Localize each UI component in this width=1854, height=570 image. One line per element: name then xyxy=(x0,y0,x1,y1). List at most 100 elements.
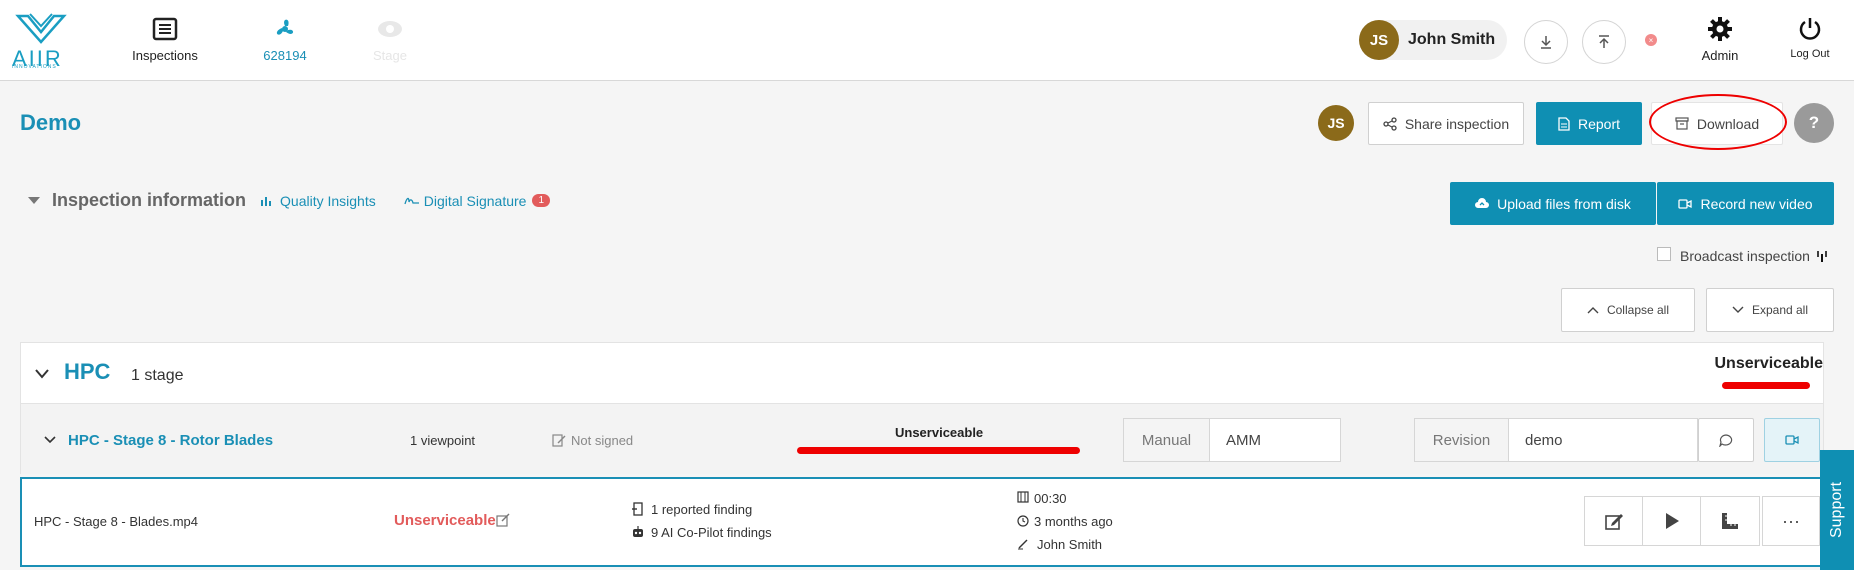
top-bar: AIIR INNOVATIONS Inspections 628194 Stag… xyxy=(0,0,1854,81)
video-row[interactable] xyxy=(20,477,1824,567)
broadcast-checkbox[interactable] xyxy=(1657,247,1671,261)
report-label: Report xyxy=(1577,115,1621,132)
eye-icon xyxy=(378,21,402,37)
download-icon xyxy=(1541,36,1551,49)
archive-icon xyxy=(1675,117,1689,130)
video-camera-icon xyxy=(1678,198,1693,209)
stage-status: Unserviceable xyxy=(895,425,984,440)
ruler-icon xyxy=(1722,513,1738,529)
video-duration: 00:30 xyxy=(1034,491,1067,506)
hpc-module-card[interactable]: HPC 1 stage Unserviceable xyxy=(20,342,1824,404)
inspection-info-header[interactable]: Inspection information Quality Insights … xyxy=(28,190,551,211)
highlight-underline xyxy=(797,447,1080,454)
video-camera-icon xyxy=(1785,435,1799,445)
nav-inspections[interactable]: Inspections xyxy=(130,16,200,63)
assignee-avatar[interactable]: JS xyxy=(1318,105,1354,141)
expand-all-button[interactable]: Expand all xyxy=(1706,288,1834,332)
highlight-underline xyxy=(1722,382,1810,389)
download-label: Download xyxy=(1696,115,1760,132)
upload-files-button[interactable]: Upload files from disk xyxy=(1450,182,1656,225)
ellipsis-icon: ··· xyxy=(1782,510,1800,531)
stage-record-button[interactable] xyxy=(1764,418,1820,462)
logo-subtitle: INNOVATIONS xyxy=(12,64,57,70)
comment-button[interactable] xyxy=(1698,418,1754,462)
manual-value[interactable]: AMM xyxy=(1210,419,1340,461)
signed-status: Not signed xyxy=(571,433,634,448)
document-icon xyxy=(1558,116,1570,131)
hpc-stage-count: 1 stage xyxy=(131,367,184,384)
digital-signature-label: Digital Signature xyxy=(423,192,527,209)
fan-icon xyxy=(276,19,294,35)
download-button[interactable]: Download xyxy=(1651,102,1783,145)
chevron-down-icon[interactable] xyxy=(35,369,49,379)
ai-findings[interactable]: 9 AI Co-Pilot findings xyxy=(651,525,772,540)
upload-queue-button[interactable] xyxy=(1582,20,1626,64)
viewpoint-count: 1 viewpoint xyxy=(410,433,476,448)
admin-label: Admin xyxy=(1701,48,1739,63)
bar-chart-icon xyxy=(261,196,272,206)
broadcast-label: Broadcast inspection xyxy=(1680,248,1828,264)
gear-icon xyxy=(1708,17,1732,41)
signature-count-badge: 1 xyxy=(532,194,551,207)
list-icon xyxy=(152,17,178,41)
measure-button[interactable] xyxy=(1701,497,1759,545)
broadcast-icon xyxy=(1817,251,1827,262)
hpc-title: HPC xyxy=(64,359,111,384)
nav-engine[interactable]: 628194 xyxy=(255,16,315,63)
hpc-status: Unserviceable xyxy=(1714,355,1823,372)
record-video-button[interactable]: Record new video xyxy=(1657,182,1834,225)
share-icon xyxy=(1383,116,1397,131)
admin-button[interactable]: Admin xyxy=(1695,16,1745,63)
video-filename[interactable]: HPC - Stage 8 - Blades.mp4 xyxy=(34,514,198,529)
share-inspection-button[interactable]: Share inspection xyxy=(1368,102,1524,145)
manual-label: Manual xyxy=(1124,419,1210,461)
upload-files-label: Upload files from disk xyxy=(1497,195,1631,212)
chevron-down-icon[interactable] xyxy=(44,436,56,444)
logout-label: Log Out xyxy=(1790,48,1830,60)
inspection-info-title: Inspection information xyxy=(52,190,247,210)
revision-field[interactable]: Revision demo xyxy=(1414,418,1698,462)
digital-signature-link[interactable]: Digital Signature 1 xyxy=(404,192,551,209)
revision-value[interactable]: demo xyxy=(1509,419,1697,461)
logout-button[interactable]: Log Out xyxy=(1785,16,1835,60)
download-queue-button[interactable] xyxy=(1524,20,1568,64)
pen-icon xyxy=(1018,539,1028,550)
revision-label: Revision xyxy=(1415,419,1509,461)
play-icon xyxy=(1665,513,1679,529)
video-status: Unserviceable xyxy=(394,512,496,529)
reported-findings[interactable]: 1 reported finding xyxy=(651,502,752,517)
collapse-all-button[interactable]: Collapse all xyxy=(1561,288,1695,332)
chevron-down-icon xyxy=(1732,306,1744,313)
connection-status-icon: × xyxy=(1645,34,1657,46)
quality-insights-link[interactable]: Quality Insights xyxy=(260,193,376,209)
video-actions xyxy=(1584,496,1760,546)
annotate-button[interactable] xyxy=(1585,497,1643,545)
robot-icon xyxy=(633,526,643,537)
cloud-upload-icon xyxy=(1475,198,1490,208)
expand-all-label: Expand all xyxy=(1751,303,1809,317)
play-button[interactable] xyxy=(1643,497,1701,545)
edit-icon xyxy=(1604,514,1623,530)
collapse-all-label: Collapse all xyxy=(1606,303,1670,317)
edit-icon[interactable] xyxy=(496,513,510,527)
help-button[interactable]: ? xyxy=(1794,103,1834,143)
film-icon xyxy=(1017,491,1029,503)
finding-icon xyxy=(632,502,643,516)
nav-engine-label: 628194 xyxy=(263,48,307,63)
video-author: John Smith xyxy=(1037,537,1103,552)
report-button[interactable]: Report xyxy=(1536,102,1642,145)
nav-inspections-label: Inspections xyxy=(132,48,198,63)
broadcast-label-text: Broadcast inspection xyxy=(1680,248,1810,264)
user-chip[interactable]: JS John Smith xyxy=(1359,20,1507,60)
page-title: Demo xyxy=(20,110,82,135)
stage-title[interactable]: HPC - Stage 8 - Rotor Blades xyxy=(68,432,273,449)
clock-icon xyxy=(1017,515,1029,527)
more-options-button[interactable]: ··· xyxy=(1762,496,1820,546)
comment-icon xyxy=(1719,433,1733,447)
manual-field[interactable]: Manual AMM xyxy=(1123,418,1341,462)
nav-stage-label: Stage xyxy=(373,48,407,63)
aiir-logo-icon[interactable] xyxy=(10,10,72,50)
support-tab[interactable]: Support xyxy=(1820,450,1854,570)
share-inspection-label: Share inspection xyxy=(1404,115,1510,132)
nav-stage: Stage xyxy=(365,16,415,63)
